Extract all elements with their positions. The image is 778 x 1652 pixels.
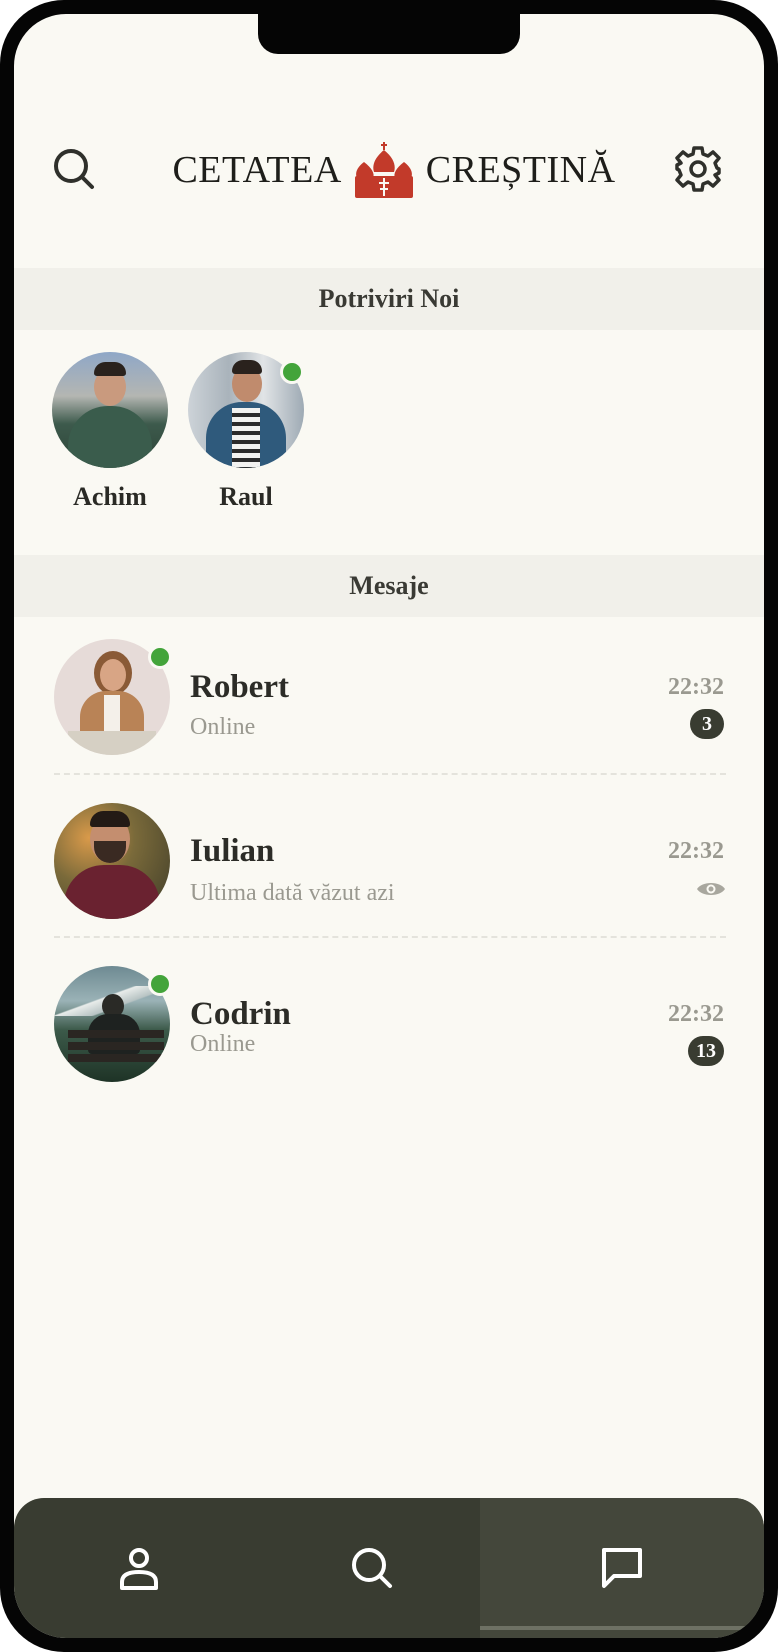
divider [54,936,726,938]
search-icon [352,1548,392,1588]
online-indicator [148,972,172,996]
contact-status: Online [190,714,256,740]
app-header: CETATEA CREȘTINĂ [14,124,764,214]
conversation-item[interactable]: Codrin Online 22:32 13 [54,944,724,1104]
nav-messages[interactable] [480,1498,764,1638]
avatar [52,352,168,468]
match-item[interactable]: Achim [52,352,168,512]
contact-status: Online [190,1031,256,1057]
user-icon [120,1548,158,1590]
active-tab-indicator [480,1626,764,1630]
message-time: 22:32 [668,1001,724,1027]
app-screen: CETATEA CREȘTINĂ Potriviri Noi Achim Rau… [14,14,764,1638]
match-name: Raul [219,482,273,511]
online-indicator [280,360,304,384]
messages-title: Mesaje [349,571,429,600]
header-search-button[interactable] [44,139,104,199]
logo-text-right: CREȘTINĂ [425,149,616,191]
divider [54,773,726,775]
eye-icon [697,883,725,895]
match-item[interactable]: Raul [188,352,304,512]
phone-frame: CETATEA CREȘTINĂ Potriviri Noi Achim Rau… [0,0,778,1652]
contact-name: Iulian [190,833,275,869]
avatar [54,803,170,919]
gear-icon [675,146,721,192]
logo-text-left: CETATEA [172,149,342,191]
messages-header: Mesaje [14,555,764,617]
nav-profile[interactable] [14,1498,264,1638]
search-icon [54,149,94,189]
device-notch [258,14,520,54]
nav-search[interactable] [264,1498,480,1638]
unread-badge: 13 [688,1036,724,1066]
match-name: Achim [73,482,147,511]
app-logo: CETATEA CREȘTINĂ [154,140,634,200]
message-time: 22:32 [668,838,724,864]
online-indicator [148,645,172,669]
contact-status: Ultima dată văzut azi [190,880,395,906]
contact-name: Codrin [190,996,291,1032]
conversation-item[interactable]: Robert Online 22:32 3 [54,617,724,777]
contact-name: Robert [190,669,289,705]
new-matches-title: Potriviri Noi [318,284,460,313]
unread-badge: 3 [690,709,724,739]
bottom-navigation [14,1498,764,1638]
chat-bubble-icon [602,1548,642,1588]
church-domes-icon [354,142,413,198]
settings-button[interactable] [668,139,728,199]
new-matches-header: Potriviri Noi [14,268,764,330]
message-time: 22:32 [668,674,724,700]
conversation-item[interactable]: Iulian Ultima dată văzut azi 22:32 [54,781,725,941]
